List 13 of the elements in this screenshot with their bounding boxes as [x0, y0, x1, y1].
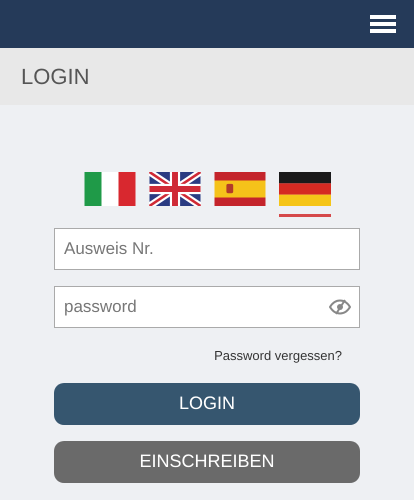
italy-flag-icon	[84, 172, 136, 206]
language-option[interactable]	[278, 172, 330, 217]
page-title: LOGIN	[21, 63, 90, 91]
spain-flag-icon	[214, 172, 266, 206]
eye-slash-icon[interactable]	[329, 299, 351, 315]
uk-flag-icon	[148, 172, 200, 206]
register-button[interactable]: EINSCHREIBEN	[54, 440, 360, 482]
germany-flag-icon	[278, 172, 330, 206]
password-field[interactable]: password	[54, 286, 360, 328]
menu-icon[interactable]	[370, 15, 396, 33]
id-field[interactable]: Ausweis Nr.	[54, 228, 360, 270]
login-button[interactable]: LOGIN	[54, 382, 360, 424]
forgot-password-link[interactable]: Password vergessen?	[214, 346, 342, 366]
